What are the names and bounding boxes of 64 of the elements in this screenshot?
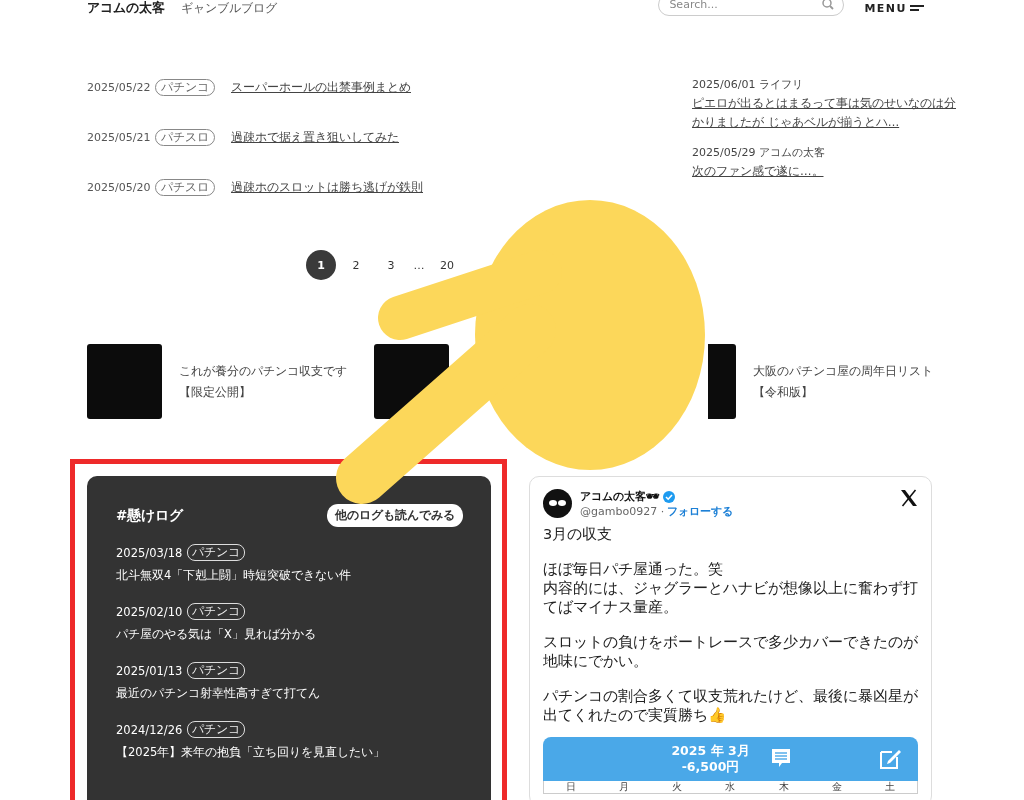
post-date: 2025/05/22: [87, 80, 152, 94]
verified-icon: [663, 490, 675, 503]
tweet-text: 内容的には、ジャグラーとハナビが想像以上に奮わず打てばマイナス量産。: [543, 579, 919, 617]
menu-icon: [910, 4, 924, 12]
account-name[interactable]: アコムの太客🕶: [580, 489, 660, 504]
site-logo[interactable]: アコムの太客: [87, 0, 165, 17]
post-link[interactable]: ピエロが出るとはまるって事は気のせいなのは分かりましたが じゃあベルが揃うとハ…: [692, 94, 960, 132]
account-handle: @gambo0927 ·: [580, 505, 665, 518]
post-date: 2025/05/20: [87, 180, 152, 194]
menu-button[interactable]: MENU: [864, 1, 924, 15]
post-link[interactable]: 次のファン感で遂に…。: [692, 162, 960, 181]
category-tag: パチンコ: [187, 603, 246, 620]
log-link[interactable]: 【2025年】来年の抱負「立ち回りを見直したい」: [116, 745, 463, 760]
thumbnail-placeholder[interactable]: [87, 344, 162, 419]
category-tag: パチンコ: [187, 721, 246, 738]
log-link[interactable]: 最近のパチンコ射幸性高すぎて打てん: [116, 686, 463, 701]
weekday-label: 日: [565, 781, 576, 793]
related-post-title[interactable]: 【限定公開】: [179, 381, 347, 403]
page-number[interactable]: 2: [341, 250, 371, 280]
post-category: アコムの太客: [759, 145, 826, 161]
page-number[interactable]: 1: [306, 250, 336, 280]
post-link[interactable]: スーパーホールの出禁事例まとめ: [231, 79, 411, 95]
log-date: 2025/02/10: [116, 604, 183, 619]
weekday-label: 木: [778, 781, 789, 793]
weekday-label: 月: [618, 781, 629, 793]
post-link[interactable]: 過疎ホで据え置き狙いしてみた: [231, 129, 399, 145]
log-date: 2024/12/26: [116, 722, 183, 737]
post-date: 2025/06/01: [692, 77, 756, 93]
related-post-title[interactable]: 大阪のパチンコ屋の周年日リスト: [753, 360, 933, 382]
category-tag: パチンコ: [187, 662, 246, 679]
post-date: 2025/05/21: [87, 130, 152, 144]
log-date: 2025/03/18: [116, 545, 183, 560]
log-link[interactable]: 北斗無双4「下剋上闘」時短突破できない件: [116, 568, 463, 583]
edit-icon[interactable]: [880, 747, 902, 769]
search-icon: [822, 0, 835, 10]
page-ellipsis: …: [412, 258, 426, 272]
calendar-month: 2025 年 3月: [671, 743, 750, 759]
weekday-label: 土: [885, 781, 896, 793]
read-more-button[interactable]: 他のログも読んでみる: [327, 504, 463, 527]
weekday-label: 火: [672, 781, 683, 793]
post-date: 2025/05/29: [692, 145, 756, 161]
weekday-label: 水: [725, 781, 736, 793]
weekday-label: 金: [832, 781, 843, 793]
card-title: #懸けログ: [116, 506, 184, 525]
comment-icon[interactable]: [771, 748, 791, 768]
search-field[interactable]: Search...: [658, 0, 845, 16]
avatar-icon[interactable]: [543, 489, 572, 518]
category-tag: パチンコ: [187, 544, 246, 561]
related-post-title[interactable]: 【令和版】: [753, 381, 933, 403]
post-category: ライフリ: [759, 77, 804, 93]
log-date: 2025/01/13: [116, 663, 183, 678]
tweet-text: 3月の収支: [543, 525, 614, 544]
tweet-text: パチンコの割合多くて収支荒れたけど、最後に暴凶星が出てくれたので実質勝ち👍: [543, 687, 919, 725]
x-logo-icon[interactable]: [900, 489, 918, 507]
tweet-text: スロットの負けをボートレースで多少カバーできたのが地味にでかい。: [543, 633, 919, 671]
calendar-total: -6,500円: [680, 759, 741, 775]
page-number[interactable]: 3: [376, 250, 406, 280]
related-post-title[interactable]: これが養分のパチンコ収支です: [179, 360, 347, 382]
site-tagline: ギャンブルブログ: [181, 0, 277, 17]
post-link[interactable]: 過疎ホのスロットは勝ち逃げが鉄則: [231, 179, 423, 195]
follow-link[interactable]: フォローする: [667, 505, 734, 518]
tweet-text: ほぼ毎日パチ屋通った。笑: [543, 560, 724, 579]
page-number[interactable]: 20: [432, 250, 462, 280]
log-link[interactable]: パチ屋のやる気は「X」見れば分かる: [116, 627, 463, 642]
